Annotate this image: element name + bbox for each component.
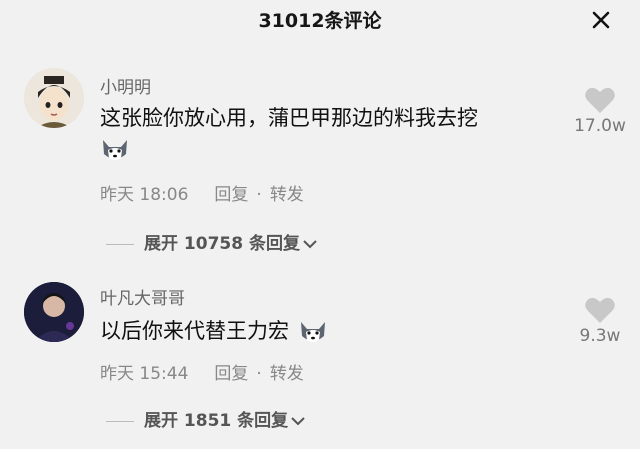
comment-username[interactable]: 叶凡大哥哥 xyxy=(100,284,185,309)
heart-icon xyxy=(585,297,615,323)
expand-replies-label: 展开 1851 条回复 xyxy=(144,411,289,431)
like-count: 17.0w xyxy=(574,116,626,136)
comment-text: 这张脸你放心用，蒲巴甲那边的料我去挖 xyxy=(100,106,478,130)
avatar[interactable] xyxy=(24,68,84,128)
heart-icon xyxy=(585,87,615,113)
avatar-photo-icon xyxy=(24,282,84,342)
expand-replies-label: 展开 10758 条回复 xyxy=(144,234,300,254)
comment-meta: 昨天 15:44 回复 · 转发 xyxy=(100,359,304,384)
comment-time: 昨天 18:06 xyxy=(100,185,189,205)
comment-username[interactable]: 小明明 xyxy=(100,73,151,98)
forward-button[interactable]: 转发 xyxy=(270,180,304,205)
like-count: 9.3w xyxy=(579,326,621,346)
separator-dot: · xyxy=(256,185,262,205)
divider-line xyxy=(106,420,134,422)
avatar-cartoon-icon xyxy=(24,68,84,128)
husky-emoji-icon xyxy=(300,322,325,342)
reply-button[interactable]: 回复 xyxy=(214,359,248,384)
comment-text-wrap: 以后你来代替王力宏 xyxy=(100,315,328,346)
expand-replies-button[interactable]: 展开 10758 条回复 xyxy=(106,229,318,254)
forward-button[interactable]: 转发 xyxy=(270,359,304,384)
divider-line xyxy=(106,243,134,245)
avatar[interactable] xyxy=(24,282,84,342)
comment-text-wrap: 这张脸你放心用，蒲巴甲那边的料我去挖 xyxy=(100,102,478,132)
reply-button[interactable]: 回复 xyxy=(214,180,248,205)
like-button[interactable]: 9.3w xyxy=(570,296,630,346)
comment-item: 叶凡大哥哥 以后你来代替王力宏 昨天 15:44 回复 · 转发 9.3w 展开 18… xyxy=(0,260,640,449)
comment-time: 昨天 15:44 xyxy=(100,364,189,384)
expand-replies-button[interactable]: 展开 1851 条回复 xyxy=(106,406,306,431)
separator-dot: · xyxy=(256,364,262,384)
chevron-down-icon xyxy=(303,240,317,249)
like-button[interactable]: 17.0w xyxy=(570,86,630,136)
comment-item: 小明明 这张脸你放心用，蒲巴甲那边的料我去挖 昨天 18:06 回复 · 转发 17.… xyxy=(0,0,640,260)
comment-text: 以后你来代替王力宏 xyxy=(100,319,289,343)
comment-meta: 昨天 18:06 回复 · 转发 xyxy=(100,180,304,205)
chevron-down-icon xyxy=(291,417,305,426)
husky-emoji-icon xyxy=(103,140,127,160)
